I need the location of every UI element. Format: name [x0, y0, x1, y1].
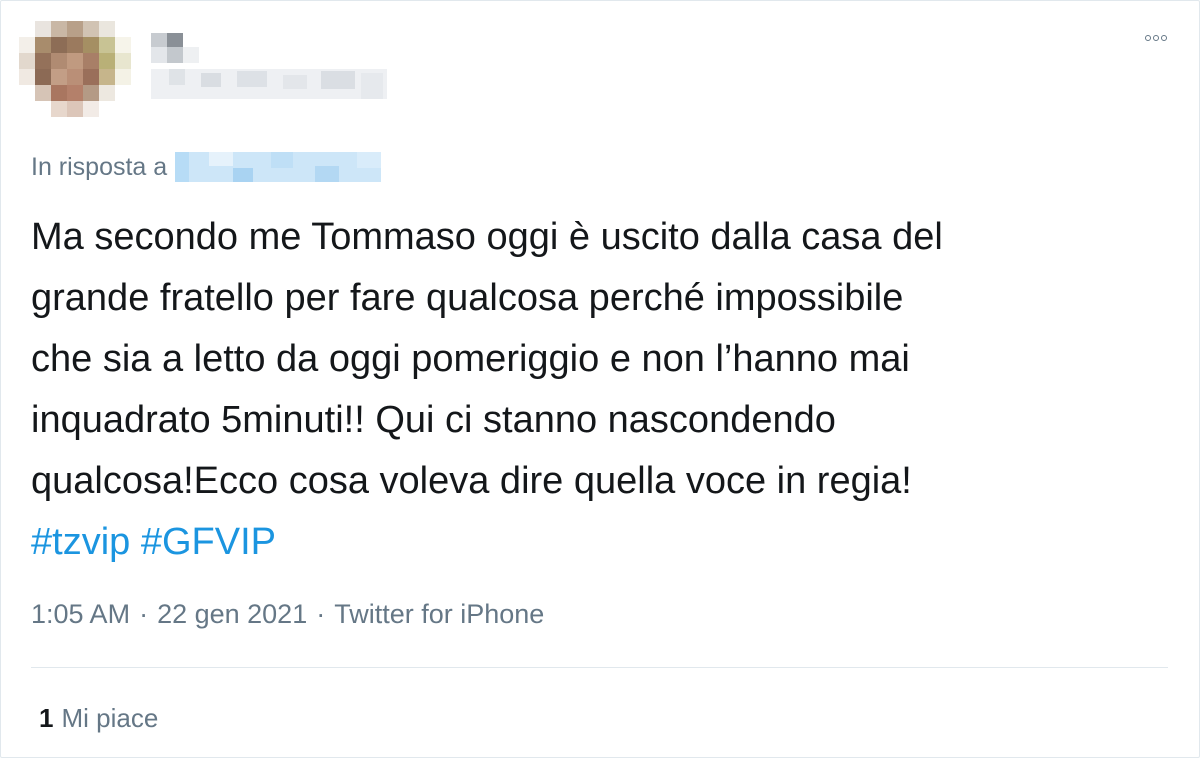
- tweet-text: Ma secondo me Tommaso oggi è uscito dall…: [31, 207, 1171, 573]
- separator: ·: [139, 599, 149, 629]
- tweet-line: Ma secondo me Tommaso oggi è uscito dall…: [31, 216, 943, 258]
- likes-count: 1: [39, 703, 54, 733]
- reply-handle-redacted[interactable]: [175, 150, 382, 184]
- tweet-card: In risposta a Ma secondo me Tommaso oggi…: [0, 0, 1200, 758]
- tweet-metadata: 1:05 AM · 22 gen 2021 · Twitter for iPho…: [31, 599, 544, 630]
- tweet-line: grande fratello per fare qualcosa perché…: [31, 277, 904, 319]
- tweet-line: che sia a letto da oggi pomeriggio e non…: [31, 338, 910, 380]
- hashtag-link-gfvip[interactable]: #GFVIP: [141, 521, 276, 563]
- separator: ·: [316, 599, 326, 629]
- tweet-line: inquadrato 5minuti!! Qui ci stanno nasco…: [31, 399, 836, 441]
- tweet-line: qualcosa!Ecco cosa voleva dire quella vo…: [31, 460, 912, 502]
- tweet-source[interactable]: Twitter for iPhone: [334, 599, 544, 630]
- reply-context: In risposta a: [31, 149, 382, 185]
- avatar[interactable]: [19, 21, 131, 117]
- likes-label: Mi piace: [61, 703, 159, 733]
- reply-prefix: In risposta a: [31, 152, 168, 181]
- ellipsis-icon: [1145, 35, 1151, 41]
- divider: [31, 667, 1168, 668]
- hashtag-link-tzvip[interactable]: #tzvip: [31, 521, 130, 563]
- tweet-date[interactable]: 22 gen 2021: [157, 599, 307, 630]
- tweet-time[interactable]: 1:05 AM: [31, 599, 130, 630]
- hashtag-line: #tzvip #GFVIP: [31, 512, 1171, 573]
- user-name-redacted[interactable]: [151, 31, 387, 103]
- more-options-button[interactable]: [1145, 35, 1167, 41]
- likes-stat[interactable]: 1 Mi piace: [39, 703, 158, 734]
